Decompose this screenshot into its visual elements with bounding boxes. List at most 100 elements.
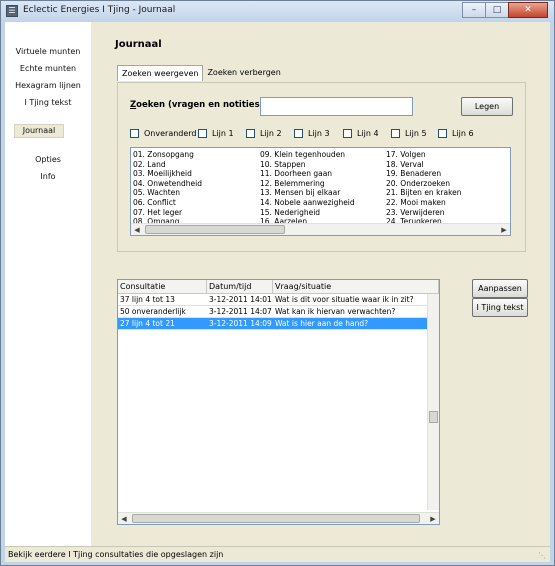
list-item[interactable]: 21. Bijten en kraken — [386, 188, 510, 198]
checkbox-icon — [198, 128, 207, 138]
sidebar-item-hexagram-lijnen[interactable]: Hexagram lijnen — [5, 80, 91, 91]
app-window: ☰ Eclectic Energies I Tjing - Journaal –… — [0, 0, 555, 566]
cell-consultatie: 50 onveranderlijk — [120, 307, 186, 316]
list-item[interactable]: 03. Moeilijkheid — [133, 169, 260, 179]
cell-vraag: Wat is hier aan de hand? — [275, 319, 369, 328]
filter-label: Lijn 4 — [357, 128, 379, 138]
search-panel: Zoeken (vragen en notities) Legen Onvera… — [117, 82, 526, 252]
checkbox-icon — [391, 128, 400, 138]
window-controls: – □ ✕ — [462, 2, 548, 18]
table-horizontal-scrollbar[interactable]: ◀ ▶ — [118, 512, 439, 524]
list-item[interactable]: 23. Verwijderen — [386, 208, 510, 218]
edit-button[interactable]: Aanpassen — [472, 279, 528, 298]
search-label-text: oeken (vragen en notities) — [136, 100, 264, 110]
table-row[interactable]: 50 onveranderlijk 3-12-2011 14:07 Wat ka… — [118, 306, 439, 318]
list-item[interactable]: 07. Het leger — [133, 208, 260, 218]
sidebar-item-journaal[interactable]: Journaal — [14, 124, 64, 138]
hexagram-column-3: 17. Volgen 18. Verval 19. Benaderen 20. … — [386, 150, 510, 227]
filter-onveranderd[interactable]: Onveranderd — [130, 127, 197, 139]
table-header: Consultatie Datum/tijd Vraag/situatie — [118, 280, 439, 294]
app-icon: ☰ — [6, 5, 18, 17]
scroll-left-icon[interactable]: ◀ — [119, 514, 129, 524]
filter-lijn-2[interactable]: Lijn 2 — [246, 127, 282, 139]
table-vertical-scrollbar[interactable] — [427, 294, 439, 510]
list-item[interactable]: 15. Nederigheid — [260, 208, 387, 218]
cell-consultatie: 37 lijn 4 tot 13 — [120, 295, 175, 304]
column-header-datum[interactable]: Datum/tijd — [207, 280, 273, 294]
search-input[interactable] — [260, 97, 413, 116]
list-item[interactable]: 04. Onwetendheid — [133, 179, 260, 189]
cell-datum: 3-12-2011 14:09 — [209, 319, 272, 328]
sidebar: Virtuele munten Echte munten Hexagram li… — [5, 22, 91, 546]
tab-zoeken-verbergen[interactable]: Zoeken verbergen — [203, 65, 284, 81]
list-item[interactable]: 19. Benaderen — [386, 169, 510, 179]
search-label: Zoeken (vragen en notities) — [130, 100, 264, 110]
list-item[interactable]: 06. Conflict — [133, 198, 260, 208]
minimize-icon[interactable]: – — [462, 2, 486, 18]
scroll-thumb[interactable] — [132, 514, 420, 523]
list-item[interactable]: 10. Stappen — [260, 160, 387, 170]
resize-grip-icon[interactable]: ⋱ — [538, 551, 548, 561]
scroll-thumb[interactable] — [145, 225, 285, 234]
table-row[interactable]: 37 lijn 4 tot 13 3-12-2011 14:01 Wat is … — [118, 294, 439, 306]
list-item[interactable]: 22. Mooi maken — [386, 198, 510, 208]
scroll-thumb[interactable] — [429, 411, 438, 423]
checkbox-icon — [438, 128, 447, 138]
list-item[interactable]: 11. Doorheen gaan — [260, 169, 387, 179]
tab-zoeken-weergeven[interactable]: Zoeken weergeven — [117, 65, 204, 81]
column-header-vraag[interactable]: Vraag/situatie — [273, 280, 439, 294]
table-row-selected[interactable]: 27 lijn 4 tot 21 3-12-2011 14:09 Wat is … — [118, 318, 439, 330]
filter-lijn-6[interactable]: Lijn 6 — [438, 127, 474, 139]
hexagram-list-scrollbar[interactable]: ◀ ▶ — [131, 223, 510, 235]
status-bar: Bekijk eerdere I Tjing consultaties die … — [5, 546, 550, 562]
filter-label: Onveranderd — [144, 128, 197, 138]
filter-label: Lijn 5 — [405, 128, 427, 138]
sidebar-item-itjing-tekst[interactable]: I Tjing tekst — [5, 97, 91, 108]
clear-button[interactable]: Legen — [461, 97, 513, 116]
column-header-consultatie[interactable]: Consultatie — [118, 280, 207, 294]
filter-label: Lijn 3 — [308, 128, 330, 138]
filter-lijn-4[interactable]: Lijn 4 — [343, 127, 379, 139]
list-item[interactable]: 17. Volgen — [386, 150, 510, 160]
window-title: Eclectic Energies I Tjing - Journaal — [23, 5, 176, 15]
filter-lijn-1[interactable]: Lijn 1 — [198, 127, 234, 139]
status-text: Bekijk eerdere I Tjing consultaties die … — [8, 550, 224, 559]
close-icon[interactable]: ✕ — [508, 2, 548, 18]
checkbox-icon — [343, 128, 352, 138]
page-title: Journaal — [115, 39, 162, 50]
list-item[interactable]: 05. Wachten — [133, 188, 260, 198]
sidebar-item-info[interactable]: Info — [5, 171, 91, 182]
sidebar-item-echte-munten[interactable]: Echte munten — [5, 63, 91, 74]
sidebar-item-opties[interactable]: Opties — [5, 154, 91, 165]
list-item[interactable]: 09. Klein tegenhouden — [260, 150, 387, 160]
hexagram-list[interactable]: 01. Zonsopgang 02. Land 03. Moeilijkheid… — [130, 147, 511, 236]
cell-consultatie: 27 lijn 4 tot 21 — [120, 319, 175, 328]
scroll-right-icon[interactable]: ▶ — [499, 225, 509, 235]
filter-label: Lijn 1 — [212, 128, 234, 138]
itjing-text-button[interactable]: I Tjing tekst — [472, 298, 528, 317]
checkbox-icon — [130, 128, 139, 138]
scroll-right-icon[interactable]: ▶ — [428, 514, 438, 524]
list-item[interactable]: 20. Onderzoeken — [386, 179, 510, 189]
list-item[interactable]: 01. Zonsopgang — [133, 150, 260, 160]
maximize-icon[interactable]: □ — [485, 2, 509, 18]
checkbox-icon — [294, 128, 303, 138]
list-item[interactable]: 12. Belemmering — [260, 179, 387, 189]
filter-lijn-3[interactable]: Lijn 3 — [294, 127, 330, 139]
sidebar-item-virtuele-munten[interactable]: Virtuele munten — [5, 46, 91, 57]
hexagram-column-1: 01. Zonsopgang 02. Land 03. Moeilijkheid… — [133, 150, 260, 227]
list-item[interactable]: 14. Nobele aanwezigheid — [260, 198, 387, 208]
scroll-left-icon[interactable]: ◀ — [132, 225, 142, 235]
list-item[interactable]: 13. Mensen bij elkaar — [260, 188, 387, 198]
journal-table[interactable]: Consultatie Datum/tijd Vraag/situatie 37… — [117, 279, 440, 525]
list-item[interactable]: 02. Land — [133, 160, 260, 170]
checkbox-icon — [246, 128, 255, 138]
hexagram-column-2: 09. Klein tegenhouden 10. Stappen 11. Do… — [260, 150, 387, 227]
list-item[interactable]: 18. Verval — [386, 160, 510, 170]
filter-lijn-5[interactable]: Lijn 5 — [391, 127, 427, 139]
cell-datum: 3-12-2011 14:07 — [209, 307, 272, 316]
title-bar[interactable]: ☰ Eclectic Energies I Tjing - Journaal –… — [1, 1, 554, 21]
line-filter-row: Onveranderd Lijn 1 Lijn 2 Lijn 3 Lijn 4 … — [130, 127, 520, 139]
cell-datum: 3-12-2011 14:01 — [209, 295, 272, 304]
filter-label: Lijn 2 — [260, 128, 282, 138]
